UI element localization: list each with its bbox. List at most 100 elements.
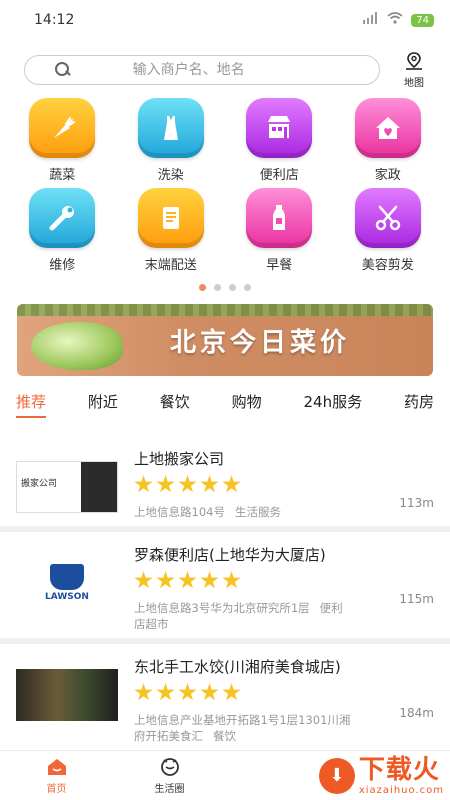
merchant-meta: 上地信息路104号 生活服务 — [134, 504, 354, 520]
star-icon — [178, 475, 197, 493]
star-icon — [156, 683, 175, 701]
status-icons: 74 — [363, 12, 434, 28]
nav-home[interactable]: 首页 — [0, 751, 113, 800]
rating-stars — [134, 571, 434, 590]
merchant-address: 上地信息产业基地开拓路1号1层1301川湘府开拓美食汇 — [134, 713, 351, 743]
carousel-dot[interactable] — [229, 283, 236, 291]
carousel-dot[interactable] — [244, 283, 251, 291]
merchant-name: 罗森便利店(上地华为大厦店) — [134, 546, 326, 564]
merchant-thumbnail — [16, 669, 118, 721]
battery-icon: 74 — [411, 13, 434, 27]
merchant-info: 罗森便利店(上地华为大厦店) 上地信息路3号华为北京研究所1层 便利店超市 115… — [134, 544, 434, 631]
star-icon — [222, 683, 241, 701]
tab-dining[interactable]: 餐饮 — [160, 391, 190, 418]
rating-stars — [134, 475, 434, 494]
map-label: 地图 — [404, 78, 424, 89]
download-icon: ⬇ — [318, 757, 355, 794]
carrot-icon — [29, 98, 96, 158]
merchant-list: 搬家公司 上地搬家公司 上地信息路104号 生活服务 113m LAWSON 罗森… — [0, 436, 450, 758]
tab-pharmacy[interactable]: 药房 — [404, 391, 434, 418]
carousel-dot[interactable] — [199, 283, 206, 291]
category-laundry[interactable]: 洗染 — [117, 98, 226, 188]
list-item[interactable]: 东北手工水饺(川湘府美食城店) 上地信息产业基地开拓路1号1层1301川湘府开拓… — [0, 644, 450, 758]
shop-icon — [246, 98, 313, 158]
tab-nearby[interactable]: 附近 — [88, 391, 118, 418]
category-repair[interactable]: 维修 — [8, 188, 117, 278]
nav-life-circle[interactable]: 生活圈 — [113, 751, 226, 800]
dress-icon — [137, 98, 204, 158]
watermark-logo: ⬇ 下载火 xiazaihuo.com — [318, 755, 444, 796]
category-housekeeping[interactable]: 家政 — [334, 98, 443, 188]
search-row: 地图 — [0, 40, 450, 92]
star-icon — [200, 475, 219, 493]
tab-recommended[interactable]: 推荐 — [16, 391, 47, 418]
house-heart-icon — [354, 98, 421, 158]
carousel-dot[interactable] — [214, 283, 221, 291]
merchant-address: 上地信息路104号 — [134, 505, 225, 519]
watermark-title: 下载火 — [358, 755, 440, 785]
vegetable-price-banner[interactable]: 北京今日菜价 — [17, 304, 433, 376]
merchant-meta: 上地信息产业基地开拓路1号1层1301川湘府开拓美食汇 餐饮 — [134, 712, 354, 744]
thumbnail-text: LAWSON — [45, 592, 89, 602]
lawson-logo-icon — [50, 564, 84, 590]
category-breakfast[interactable]: 早餐 — [225, 188, 334, 278]
star-icon — [178, 571, 197, 589]
merchant-info: 上地搬家公司 上地信息路104号 生活服务 113m — [134, 448, 434, 519]
search-input[interactable] — [70, 62, 365, 78]
category-grid: 蔬菜 洗染 便利店 家政 维修 末端配送 早餐 美容剪发 — [0, 98, 450, 278]
signal-icon — [363, 12, 379, 28]
search-icon — [53, 60, 71, 80]
carousel-indicator — [0, 280, 450, 294]
map-button[interactable]: 地图 — [392, 51, 436, 89]
merchant-thumbnail: 搬家公司 — [16, 461, 118, 513]
category-label: 维修 — [49, 258, 76, 273]
category-beauty-salon[interactable]: 美容剪发 — [334, 188, 443, 278]
scissors-icon — [354, 188, 421, 248]
merchant-distance: 184m — [399, 706, 434, 720]
search-box[interactable] — [24, 55, 380, 85]
star-icon — [222, 475, 241, 493]
status-bar: 14:12 74 — [0, 0, 450, 40]
tab-24h-service[interactable]: 24h服务 — [304, 391, 363, 418]
category-label: 家政 — [374, 168, 401, 183]
home-icon — [46, 757, 68, 777]
category-label: 蔬菜 — [49, 168, 76, 183]
star-icon — [134, 571, 153, 589]
star-icon — [200, 571, 219, 589]
nav-life-label: 生活圈 — [154, 783, 185, 795]
merchant-category: 餐饮 — [213, 729, 236, 743]
merchant-meta: 上地信息路3号华为北京研究所1层 便利店超市 — [134, 600, 354, 632]
tab-shopping[interactable]: 购物 — [232, 391, 262, 418]
merchant-name: 东北手工水饺(川湘府美食城店) — [134, 658, 341, 676]
category-convenience-store[interactable]: 便利店 — [225, 98, 334, 188]
bottom-nav: 首页 生活圈 ⬇ 下载火 xiazaihuo.com — [0, 750, 450, 800]
nav-home-label: 首页 — [46, 783, 67, 795]
thumbnail-text: 搬家公司 — [21, 479, 58, 489]
star-icon — [156, 571, 175, 589]
merchant-info: 东北手工水饺(川湘府美食城店) 上地信息产业基地开拓路1号1层1301川湘府开拓… — [134, 656, 434, 743]
list-item[interactable]: LAWSON 罗森便利店(上地华为大厦店) 上地信息路3号华为北京研究所1层 便利… — [0, 532, 450, 644]
category-delivery[interactable]: 末端配送 — [117, 188, 226, 278]
category-vegetables[interactable]: 蔬菜 — [8, 98, 117, 188]
star-icon — [178, 683, 197, 701]
star-icon — [200, 683, 219, 701]
clipboard-icon — [137, 188, 204, 248]
wrench-icon — [29, 188, 96, 248]
list-item[interactable]: 搬家公司 上地搬家公司 上地信息路104号 生活服务 113m — [0, 436, 450, 532]
merchant-category: 生活服务 — [234, 505, 281, 519]
merchant-thumbnail: LAWSON — [16, 557, 118, 609]
category-label: 早餐 — [266, 258, 293, 273]
life-circle-icon — [159, 757, 181, 777]
watermark-url: xiazaihuo.com — [358, 785, 444, 796]
wifi-icon — [387, 12, 403, 28]
star-icon — [134, 475, 153, 493]
merchant-distance: 113m — [399, 496, 434, 510]
status-time: 14:12 — [34, 12, 75, 28]
category-label: 便利店 — [259, 168, 299, 183]
map-pin-icon — [404, 51, 424, 74]
star-icon — [134, 683, 153, 701]
merchant-name: 上地搬家公司 — [134, 450, 225, 468]
category-label: 美容剪发 — [361, 258, 414, 273]
star-icon — [156, 475, 175, 493]
star-icon — [222, 571, 241, 589]
